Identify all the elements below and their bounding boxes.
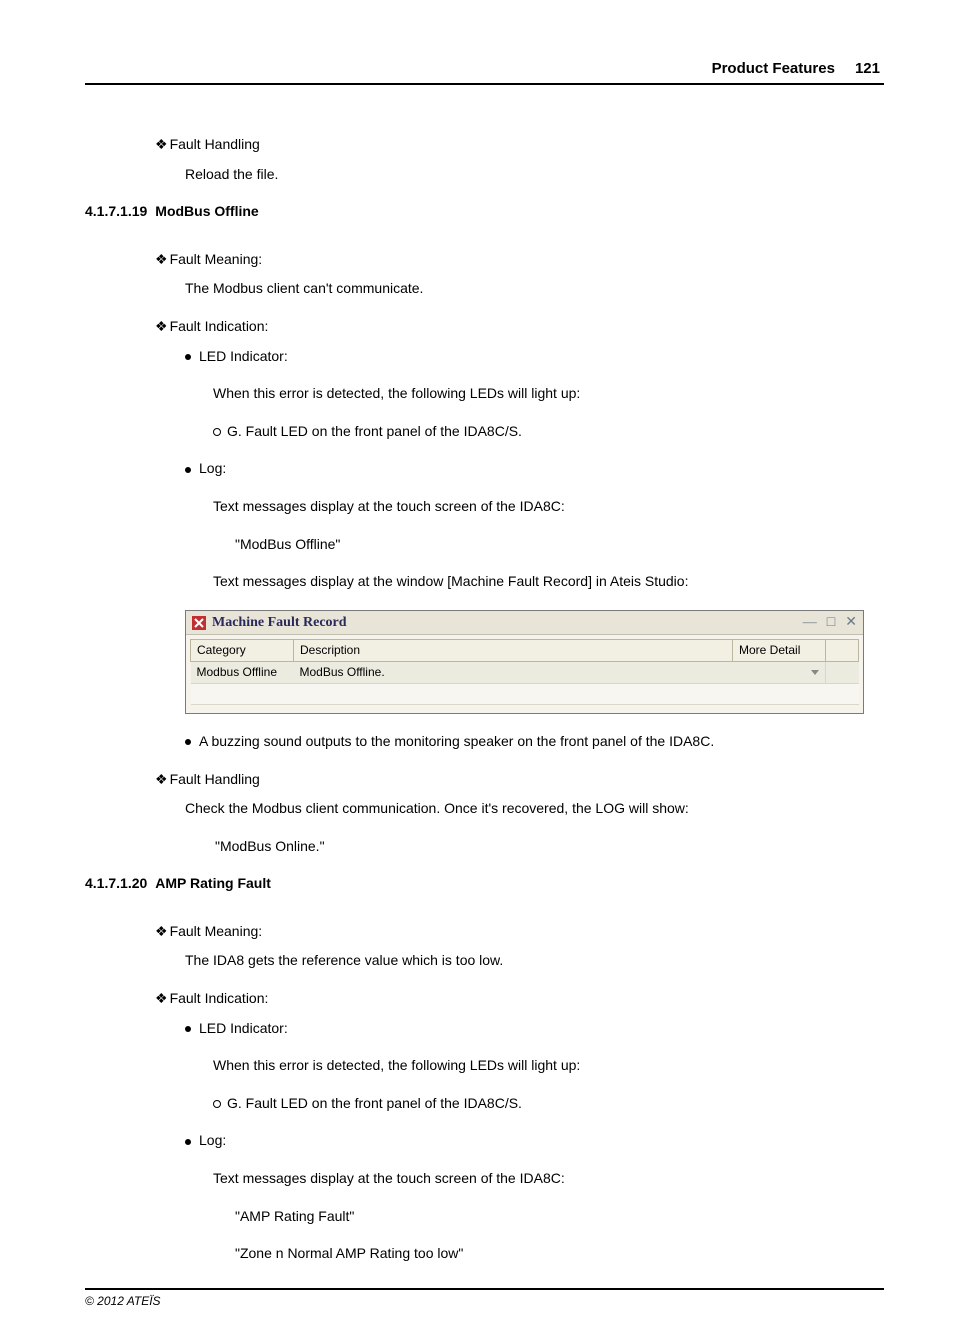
col-more-detail[interactable]: More Detail <box>733 640 826 662</box>
log-text-1: Text messages display at the touch scree… <box>213 1169 884 1189</box>
led-indicator-text: When this error is detected, the followi… <box>213 1056 884 1076</box>
maximize-icon[interactable]: □ <box>827 613 835 633</box>
fault-meaning-label: ❖Fault Meaning: <box>155 922 884 942</box>
window-body: Category Description More Detail Modbus … <box>186 635 863 713</box>
bullet-icon <box>185 1139 191 1145</box>
window-titlebar: Machine Fault Record — □ ✕ <box>186 611 863 636</box>
fault-handling-msg: "ModBus Online." <box>215 837 884 857</box>
led-item: G. Fault LED on the front panel of the I… <box>213 422 884 442</box>
bullet-icon <box>185 739 191 745</box>
table-row-empty <box>191 683 859 704</box>
header-title: Product Features <box>712 60 835 77</box>
diamond-bullet-icon: ❖ <box>155 317 168 337</box>
fault-handling-text: Reload the file. <box>185 165 884 185</box>
diamond-bullet-icon: ❖ <box>155 135 168 155</box>
led-indicator-label: LED Indicator: <box>185 1019 884 1039</box>
led-indicator-text: When this error is detected, the followi… <box>213 384 884 404</box>
fault-record-table: Category Description More Detail Modbus … <box>190 639 859 705</box>
window-title: Machine Fault Record <box>212 613 803 633</box>
diamond-bullet-icon: ❖ <box>155 989 168 1009</box>
app-icon <box>192 616 206 630</box>
log-label: Log: <box>185 1131 884 1151</box>
led-indicator-label: LED Indicator: <box>185 347 884 367</box>
log-msg-2: "Zone n Normal AMP Rating too low" <box>235 1244 884 1264</box>
bullet-icon <box>185 1026 191 1032</box>
cell-category: Modbus Offline <box>191 662 294 684</box>
section-heading: 4.1.7.1.19 ModBus Offline <box>85 202 884 222</box>
circle-bullet-icon <box>213 428 221 436</box>
close-icon[interactable]: ✕ <box>845 613 857 633</box>
fault-meaning-text: The Modbus client can't communicate. <box>185 279 884 299</box>
col-description[interactable]: Description <box>294 640 733 662</box>
cell-spacer <box>826 662 859 684</box>
log-msg-1: "ModBus Offline" <box>235 535 884 555</box>
bullet-icon <box>185 467 191 473</box>
log-label: Log: <box>185 459 884 479</box>
col-category[interactable]: Category <box>191 640 294 662</box>
cell-more-detail[interactable] <box>733 662 826 684</box>
minimize-icon[interactable]: — <box>803 613 817 633</box>
section-heading: 4.1.7.1.20 AMP Rating Fault <box>85 874 884 894</box>
bullet-icon <box>185 354 191 360</box>
dropdown-icon[interactable] <box>811 670 819 675</box>
fault-handling-text: Check the Modbus client communication. O… <box>185 799 884 819</box>
fault-meaning-label: ❖Fault Meaning: <box>155 250 884 270</box>
machine-fault-record-window: Machine Fault Record — □ ✕ Category Desc… <box>185 610 864 714</box>
diamond-bullet-icon: ❖ <box>155 250 168 270</box>
buzz-text: A buzzing sound outputs to the monitorin… <box>185 732 884 752</box>
diamond-bullet-icon: ❖ <box>155 770 168 790</box>
copyright: © 2012 ATEÏS <box>85 1294 161 1308</box>
log-msg-1: "AMP Rating Fault" <box>235 1207 884 1227</box>
col-spacer <box>826 640 859 662</box>
circle-bullet-icon <box>213 1100 221 1108</box>
cell-description: ModBus Offline. <box>294 662 733 684</box>
log-text-2: Text messages display at the window [Mac… <box>213 572 884 592</box>
page-footer: © 2012 ATEÏS <box>85 1288 884 1308</box>
table-row[interactable]: Modbus Offline ModBus Offline. <box>191 662 859 684</box>
diamond-bullet-icon: ❖ <box>155 922 168 942</box>
page-header: Product Features 121 <box>85 60 884 85</box>
fault-indication-label: ❖Fault Indication: <box>155 317 884 337</box>
header-page-number: 121 <box>855 60 880 77</box>
log-text-1: Text messages display at the touch scree… <box>213 497 884 517</box>
fault-handling-label: ❖Fault Handling <box>155 770 884 790</box>
fault-handling-label: ❖Fault Handling <box>155 135 884 155</box>
fault-meaning-text: The IDA8 gets the reference value which … <box>185 951 884 971</box>
fault-indication-label: ❖Fault Indication: <box>155 989 884 1009</box>
led-item: G. Fault LED on the front panel of the I… <box>213 1094 884 1114</box>
